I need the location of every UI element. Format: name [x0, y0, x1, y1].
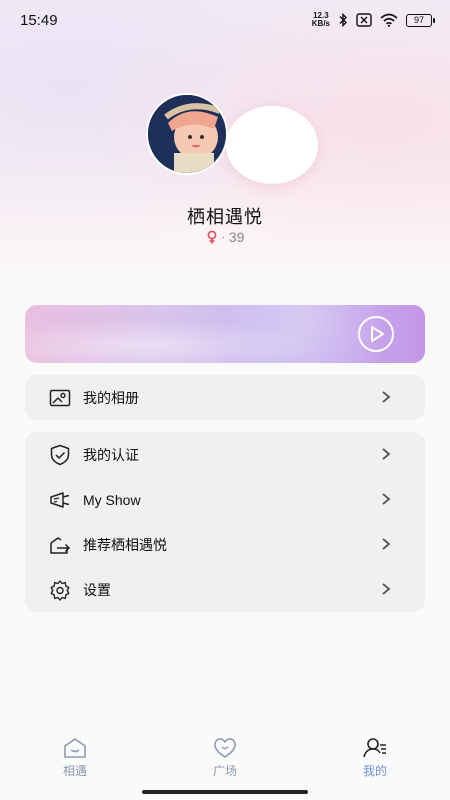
menu-item-album[interactable]: 我的相册 — [25, 375, 425, 420]
profile-meta: · 39 — [0, 229, 450, 245]
bottom-tab-bar: 相遇 广场 我的 — [0, 736, 450, 786]
sim-disabled-icon — [356, 13, 372, 27]
chevron-right-icon — [382, 538, 391, 550]
heart-icon — [214, 738, 236, 758]
menu-item-recommend[interactable]: 推荐栖相遇悦 — [25, 522, 425, 567]
menu-item-myshow-label: My Show — [83, 491, 141, 508]
menu-item-settings-label: 设置 — [83, 581, 111, 598]
chevron-right-icon — [382, 391, 391, 403]
menu-item-certification[interactable]: 我的认证 — [25, 432, 425, 477]
bluetooth-icon — [339, 13, 347, 27]
profile-nickname: 栖相遇悦 — [187, 207, 263, 227]
chevron-right-icon — [382, 493, 391, 505]
menu-item-settings[interactable]: 设置 — [25, 567, 425, 612]
play-icon[interactable] — [357, 315, 395, 353]
network-speed: 12.3 KB/s — [312, 12, 330, 28]
share-icon — [50, 536, 71, 554]
home-icon — [64, 738, 86, 758]
menu-item-recommend-label: 推荐栖相遇悦 — [83, 536, 167, 553]
menu-item-album-label: 我的相册 — [83, 389, 139, 406]
status-time: 15:49 — [20, 12, 58, 29]
profile-age: 39 — [228, 229, 245, 245]
avatar[interactable] — [146, 93, 228, 175]
tab-meet[interactable]: 相遇 — [45, 736, 105, 779]
chevron-right-icon — [382, 448, 391, 460]
home-indicator[interactable] — [142, 790, 308, 794]
wifi-icon — [380, 13, 398, 27]
profile-icon — [363, 738, 386, 758]
tab-square-label: 广场 — [212, 764, 237, 778]
menu-card: 我的认证 My Show 推荐栖相遇悦 设置 — [25, 432, 425, 612]
avatar-decoration — [226, 106, 318, 184]
status-bar: 15:49 12.3 KB/s 97 — [0, 0, 450, 40]
chevron-right-icon — [382, 583, 391, 595]
tab-meet-label: 相遇 — [62, 764, 87, 778]
tab-mine[interactable]: 我的 — [345, 736, 405, 779]
status-icons: 12.3 KB/s 97 — [312, 12, 435, 28]
tab-square[interactable]: 广场 — [195, 736, 255, 779]
female-icon — [207, 230, 216, 244]
tab-mine-label: 我的 — [362, 764, 387, 778]
meta-separator: · — [221, 231, 225, 243]
broadcast-icon — [50, 491, 70, 508]
menu-item-myshow[interactable]: My Show — [25, 477, 425, 522]
my-show-banner[interactable] — [25, 305, 425, 363]
menu-item-certification-label: 我的认证 — [83, 446, 139, 463]
album-card: 我的相册 — [25, 375, 425, 420]
photo-album-icon — [49, 389, 71, 406]
network-speed-unit: KB/s — [311, 19, 330, 28]
shield-check-icon — [50, 444, 70, 465]
battery-indicator: 97 — [406, 13, 435, 27]
header-background — [0, 0, 450, 300]
gear-icon — [50, 579, 70, 601]
